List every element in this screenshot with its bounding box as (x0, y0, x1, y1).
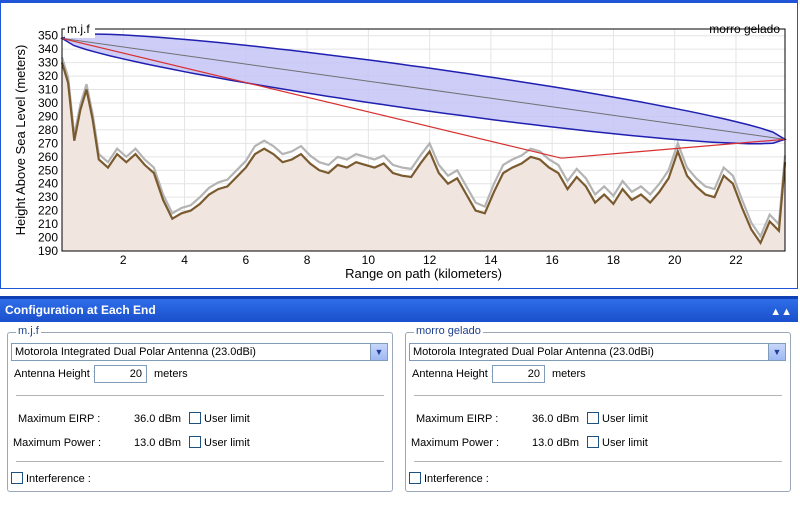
max-eirp-value: 36.0 dBm (134, 413, 182, 425)
end-group-m-j-f: m.j.f Motorola Integrated Dual Polar Ant… (7, 325, 393, 492)
max-eirp-label: Maximum EIRP : (18, 413, 101, 425)
chevron-down-icon[interactable]: ▼ (370, 344, 387, 360)
end-name-label: m.j.f (16, 325, 41, 337)
height-unit-label: meters (154, 368, 188, 380)
y-tick-label: 210 (38, 217, 58, 231)
divider (16, 395, 384, 396)
y-tick-label: 190 (38, 244, 58, 258)
y-tick-label: 200 (38, 231, 58, 245)
x-tick-label: 12 (423, 253, 437, 267)
max-eirp-value: 36.0 dBm (532, 413, 580, 425)
end-name-label: morro gelado (414, 325, 483, 337)
y-tick-label: 280 (38, 123, 58, 137)
power-user-limit-checkbox[interactable] (189, 436, 201, 448)
y-tick-label: 260 (38, 150, 58, 164)
configuration-header[interactable]: Configuration at Each End ▲▲ (0, 296, 798, 322)
antenna-height-label: Antenna Height : (412, 368, 494, 380)
endpoint-label-left: m.j.f (67, 22, 90, 36)
y-tick-label: 350 (38, 29, 58, 43)
x-tick-label: 4 (181, 253, 188, 267)
end-group-morro-gelado: morro gelado Motorola Integrated Dual Po… (405, 325, 791, 492)
divider (414, 461, 782, 462)
x-tick-label: 10 (362, 253, 376, 267)
max-eirp-label: Maximum EIRP : (416, 413, 499, 425)
path-profile-chart: 190 200 210 220 230 240 250 260 270 280 290 300 310 3… (0, 0, 798, 289)
power-user-limit-checkbox[interactable] (587, 436, 599, 448)
y-tick-label: 310 (38, 83, 58, 97)
height-unit-label: meters (552, 368, 586, 380)
interference-label: Interference : (26, 473, 91, 485)
interference-checkbox[interactable] (11, 472, 23, 484)
max-power-value: 13.0 dBm (134, 437, 182, 449)
antenna-select[interactable]: Motorola Integrated Dual Polar Antenna (… (11, 343, 388, 361)
x-tick-label: 20 (668, 253, 682, 267)
y-tick-label: 230 (38, 190, 58, 204)
path-profile-svg: 1902002102202302402502602702802903003103… (13, 22, 787, 281)
y-tick-label: 270 (38, 136, 58, 150)
eirp-user-limit-label: User limit (602, 413, 648, 425)
interference-checkbox[interactable] (409, 472, 421, 484)
y-tick-label: 320 (38, 69, 58, 83)
y-tick-label: 290 (38, 109, 58, 123)
divider (16, 461, 384, 462)
divider (414, 395, 782, 396)
x-tick-label: 2 (120, 253, 127, 267)
max-power-label: Maximum Power : (411, 437, 500, 449)
chevron-down-icon[interactable]: ▼ (768, 344, 785, 360)
x-tick-label: 22 (729, 253, 743, 267)
power-user-limit-label: User limit (602, 437, 648, 449)
antenna-height-input[interactable] (94, 365, 147, 383)
x-axis-label: Range on path (kilometers) (345, 266, 502, 281)
interference-label: Interference : (424, 473, 489, 485)
double-chevron-up-icon[interactable]: ▲▲ (770, 301, 792, 323)
y-tick-label: 330 (38, 56, 58, 70)
y-tick-label: 300 (38, 96, 58, 110)
endpoint-label-right: morro gelado (709, 22, 780, 36)
antenna-select-value: Motorola Integrated Dual Polar Antenna (… (413, 346, 654, 358)
antenna-height-label: Antenna Height : (14, 368, 96, 380)
x-tick-label: 16 (545, 253, 559, 267)
configuration-title: Configuration at Each End (5, 303, 156, 317)
y-axis-label: Height Above Sea Level (meters) (13, 45, 28, 236)
x-tick-label: 6 (242, 253, 249, 267)
x-tick-label: 8 (304, 253, 311, 267)
y-tick-label: 250 (38, 163, 58, 177)
x-tick-label: 18 (607, 253, 621, 267)
eirp-user-limit-checkbox[interactable] (587, 412, 599, 424)
y-tick-label: 340 (38, 42, 58, 56)
antenna-select[interactable]: Motorola Integrated Dual Polar Antenna (… (409, 343, 786, 361)
antenna-height-input[interactable] (492, 365, 545, 383)
configuration-panel: Configuration at Each End ▲▲ m.j.f Motor… (0, 296, 800, 514)
max-power-label: Maximum Power : (13, 437, 102, 449)
eirp-user-limit-checkbox[interactable] (189, 412, 201, 424)
max-power-value: 13.0 dBm (532, 437, 580, 449)
power-user-limit-label: User limit (204, 437, 250, 449)
x-tick-label: 14 (484, 253, 498, 267)
y-tick-label: 220 (38, 204, 58, 218)
eirp-user-limit-label: User limit (204, 413, 250, 425)
y-tick-label: 240 (38, 177, 58, 191)
antenna-select-value: Motorola Integrated Dual Polar Antenna (… (15, 346, 256, 358)
